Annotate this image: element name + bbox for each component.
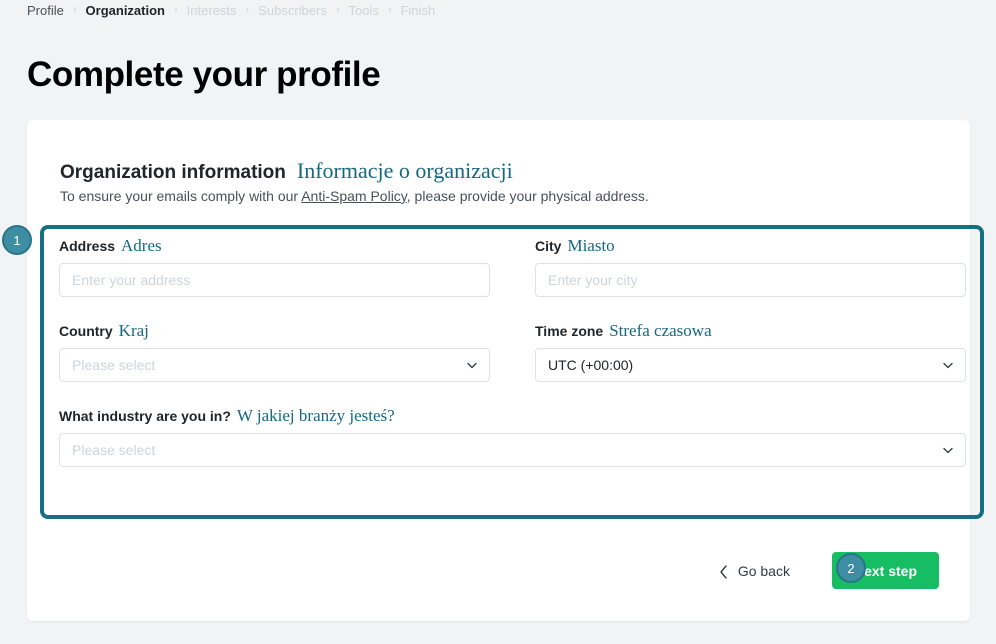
field-city: City Miasto Enter your city xyxy=(535,236,966,297)
row-spacer xyxy=(59,297,966,321)
address-label: Address Adres xyxy=(59,236,490,256)
breadcrumb-item-tools: Tools xyxy=(348,3,379,18)
country-label: Country Kraj xyxy=(59,321,490,341)
section-description-prefix: To ensure your emails comply with our xyxy=(60,188,302,204)
timezone-selected-value: UTC (+00:00) xyxy=(548,357,634,373)
section-heading-en: Organization information xyxy=(60,162,286,183)
field-industry: What industry are you in? W jakiej branż… xyxy=(59,406,966,467)
chevron-down-icon xyxy=(942,444,954,456)
industry-label-en: What industry are you in? xyxy=(59,408,231,424)
chevron-right-icon: › xyxy=(245,4,250,16)
field-timezone: Time zone Strefa czasowa UTC (+00:00) xyxy=(535,321,966,382)
go-back-button[interactable]: Go back xyxy=(719,563,790,579)
row-spacer xyxy=(59,382,966,406)
industry-label-translation: W jakiej branży jesteś? xyxy=(236,406,395,425)
profile-wizard-page: Profile › Organization › Interests › Sub… xyxy=(0,0,996,644)
breadcrumb-item-interests: Interests xyxy=(186,3,237,18)
chevron-right-icon: › xyxy=(72,4,77,16)
section-description: To ensure your emails comply with our An… xyxy=(60,186,649,206)
chevron-right-icon: › xyxy=(387,4,392,16)
timezone-label-translation: Strefa czasowa xyxy=(609,321,712,340)
breadcrumb-item-finish: Finish xyxy=(400,3,436,18)
breadcrumb: Profile › Organization › Interests › Sub… xyxy=(27,3,435,19)
industry-selected-value: Please select xyxy=(72,442,156,458)
chevron-down-icon xyxy=(942,359,954,371)
organization-fields: Address Adres Enter your address City Mi… xyxy=(59,236,966,467)
city-label-en: City xyxy=(535,238,562,254)
section-description-suffix: , please provide your physical address. xyxy=(406,188,649,204)
address-label-en: Address xyxy=(59,238,116,254)
country-selected-value: Please select xyxy=(72,357,156,373)
field-row-country-timezone: Country Kraj Please select Time zone Str… xyxy=(59,321,966,382)
step-badge-2: 2 xyxy=(836,553,866,583)
country-select[interactable]: Please select xyxy=(59,348,490,382)
chevron-left-icon xyxy=(719,564,728,579)
timezone-label-en: Time zone xyxy=(535,323,604,339)
form-actions: Go back Next step xyxy=(719,552,939,589)
timezone-select[interactable]: UTC (+00:00) xyxy=(535,348,966,382)
industry-select[interactable]: Please select xyxy=(59,433,966,467)
page-title: Complete your profile xyxy=(27,55,381,95)
breadcrumb-item-profile[interactable]: Profile xyxy=(27,3,64,19)
city-input[interactable]: Enter your city xyxy=(535,263,966,297)
field-row-industry: What industry are you in? W jakiej branż… xyxy=(59,406,966,467)
anti-spam-policy-link[interactable]: Anti-Spam Policy xyxy=(301,188,407,204)
chevron-right-icon: › xyxy=(173,4,178,16)
city-label-translation: Miasto xyxy=(567,236,615,255)
go-back-label: Go back xyxy=(737,562,790,579)
breadcrumb-item-subscribers: Subscribers xyxy=(258,3,327,18)
address-placeholder: Enter your address xyxy=(72,272,191,288)
step-badge-1: 1 xyxy=(2,225,32,255)
chevron-right-icon: › xyxy=(335,4,340,16)
city-placeholder: Enter your city xyxy=(548,272,638,288)
field-country: Country Kraj Please select xyxy=(59,321,490,382)
timezone-label: Time zone Strefa czasowa xyxy=(535,321,966,341)
chevron-down-icon xyxy=(466,359,478,371)
address-label-translation: Adres xyxy=(121,236,162,255)
country-label-en: Country xyxy=(59,323,113,339)
industry-label: What industry are you in? W jakiej branż… xyxy=(59,406,966,426)
country-label-translation: Kraj xyxy=(118,321,149,340)
city-label: City Miasto xyxy=(535,236,966,256)
section-heading: Organization information Informacje o or… xyxy=(60,158,513,184)
field-address: Address Adres Enter your address xyxy=(59,236,490,297)
breadcrumb-item-organization[interactable]: Organization xyxy=(86,3,165,19)
section-heading-translation: Informacje o organizacji xyxy=(296,158,513,183)
address-input[interactable]: Enter your address xyxy=(59,263,490,297)
field-row-address-city: Address Adres Enter your address City Mi… xyxy=(59,236,966,297)
